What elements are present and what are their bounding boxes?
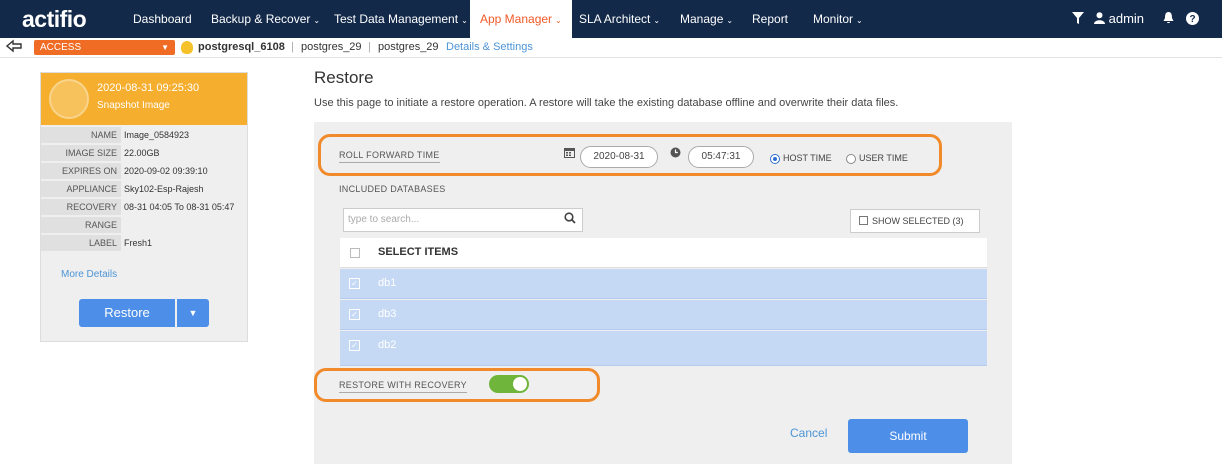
host-time-label[interactable]: HOST TIME [783, 153, 832, 163]
table-row[interactable]: ✓ db3 [340, 300, 987, 330]
username: admin [1108, 11, 1145, 26]
breadcrumb: ACCESS ▼ postgresql_6108 | postgres_29 |… [0, 38, 1222, 58]
breadcrumb-app[interactable]: postgresql_6108 [198, 41, 285, 53]
database-name: db2 [378, 339, 397, 351]
nav-backup-recover[interactable]: Backup & Recover ⌄ [211, 0, 320, 38]
back-arrow-icon[interactable] [5, 39, 22, 56]
nav-test-data-management[interactable]: Test Data Management ⌄ [334, 0, 468, 38]
chevron-down-icon: ▼ [161, 43, 169, 52]
snapshot-datetime: 2020-08-31 09:25:30 [97, 82, 200, 94]
time-input[interactable]: 05:47:31 [688, 146, 754, 168]
chevron-down-icon: ▼ [188, 308, 198, 318]
clock-icon[interactable] [670, 147, 681, 161]
search-input[interactable]: type to search... [343, 208, 583, 232]
nav-dashboard[interactable]: Dashboard [133, 0, 192, 38]
restore-with-recovery-label: RESTORE WITH RECOVERY [339, 380, 467, 393]
help-icon[interactable]: ? [1186, 0, 1199, 38]
chevron-down-icon: ⌄ [653, 16, 661, 25]
svg-text:?: ? [1189, 14, 1195, 25]
row-checkbox[interactable]: ✓ [349, 309, 360, 320]
restore-dropdown-button[interactable]: ▼ [177, 299, 209, 327]
table-row[interactable]: ✓ db2 [340, 331, 987, 366]
row-checkbox[interactable]: ✓ [349, 340, 360, 351]
access-selector[interactable]: ACCESS ▼ [34, 40, 175, 55]
chevron-down-icon: ⌄ [313, 16, 321, 25]
user-time-label[interactable]: USER TIME [859, 153, 908, 163]
nav-app-manager[interactable]: App Manager ⌄ [470, 0, 572, 38]
user-icon [1094, 12, 1105, 24]
page-description: Use this page to initiate a restore oper… [314, 97, 899, 109]
restore-button[interactable]: Restore [79, 299, 175, 327]
database-icon [181, 41, 193, 54]
top-nav: actifio Dashboard Backup & Recover ⌄ Test… [0, 0, 1222, 38]
snapshot-type: Snapshot Image [97, 100, 170, 111]
more-details-link[interactable]: More Details [61, 269, 117, 280]
nav-monitor[interactable]: Monitor ⌄ [813, 0, 863, 38]
nav-sla-architect[interactable]: SLA Architect ⌄ [579, 0, 660, 38]
database-name: db3 [378, 308, 397, 320]
app-logo[interactable]: actifio [22, 6, 87, 33]
user-menu[interactable]: admin [1094, 0, 1144, 38]
select-all-checkbox[interactable] [350, 248, 360, 258]
toggle-knob [513, 377, 527, 391]
nav-manage[interactable]: Manage ⌄ [680, 0, 733, 38]
show-selected-toggle[interactable]: SHOW SELECTED (3) [850, 209, 980, 233]
breadcrumb-instance[interactable]: postgres_29 [378, 41, 439, 53]
filter-icon[interactable] [1072, 0, 1084, 38]
date-input[interactable]: 2020-08-31 [580, 146, 658, 168]
database-name: db1 [378, 277, 397, 289]
details-settings-link[interactable]: Details & Settings [446, 41, 533, 53]
included-databases-label: INCLUDED DATABASES [339, 184, 446, 194]
snapshot-card: 2020-08-31 09:25:30 Snapshot Image NAME I… [40, 72, 248, 342]
chevron-down-icon: ⌄ [555, 16, 562, 25]
bell-icon[interactable] [1163, 0, 1174, 38]
roll-forward-label: ROLL FORWARD TIME [339, 150, 440, 163]
nav-report[interactable]: Report [752, 0, 788, 38]
breadcrumb-separator: | [291, 41, 294, 53]
table-row[interactable]: ✓ db1 [340, 269, 987, 299]
calendar-icon[interactable] [564, 147, 575, 161]
submit-button[interactable]: Submit [848, 419, 968, 453]
user-time-radio[interactable] [846, 154, 856, 164]
select-items-header: SELECT ITEMS [378, 246, 459, 258]
chevron-down-icon: ⌄ [461, 16, 468, 25]
snapshot-header: 2020-08-31 09:25:30 Snapshot Image [41, 73, 247, 125]
cancel-button[interactable]: Cancel [790, 426, 827, 440]
row-checkbox[interactable]: ✓ [349, 278, 360, 289]
search-icon[interactable] [564, 212, 576, 227]
breadcrumb-separator: | [368, 41, 371, 53]
breadcrumb-host[interactable]: postgres_29 [301, 41, 362, 53]
chevron-down-icon: ⌄ [856, 16, 863, 25]
page-title: Restore [314, 68, 374, 87]
recovery-toggle[interactable] [489, 375, 529, 393]
chevron-down-icon: ⌄ [726, 16, 734, 25]
host-time-radio[interactable] [770, 154, 780, 164]
checkbox-icon [859, 216, 868, 225]
table-header: SELECT ITEMS [340, 238, 987, 268]
snapshot-icon [49, 79, 89, 119]
